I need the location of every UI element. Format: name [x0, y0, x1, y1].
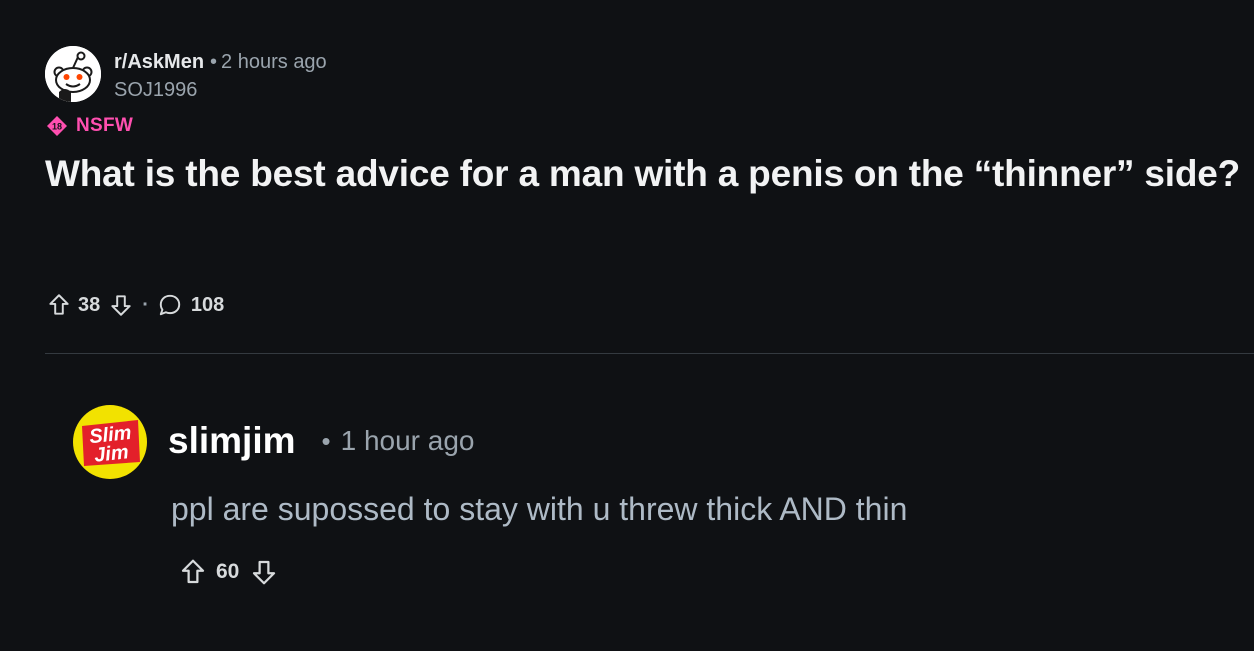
- arrow-down-icon[interactable]: [249, 557, 279, 587]
- comment-timestamp: 1 hour ago: [340, 425, 475, 456]
- comment-count[interactable]: 108: [191, 294, 224, 317]
- nsfw-badge-icon: 18: [47, 116, 67, 136]
- subreddit-avatar[interactable]: [45, 46, 101, 102]
- arrow-down-icon[interactable]: [108, 292, 134, 318]
- post-author[interactable]: SOJ1996: [114, 78, 197, 102]
- divider: [45, 353, 1254, 354]
- post-meta: r/AskMen • 2 hours ago: [114, 50, 327, 74]
- nsfw-label: NSFW: [76, 115, 134, 136]
- speech-bubble-icon[interactable]: [157, 292, 183, 318]
- nsfw-badge-text: 18: [52, 122, 62, 132]
- slim-jim-logo-text-bottom: Jim: [93, 441, 130, 466]
- post-score: 38: [78, 293, 101, 316]
- post-actions: 38 · 108: [46, 290, 224, 320]
- arrow-up-icon[interactable]: [178, 557, 208, 587]
- comment-body: ppl are supossed to stay with u threw th…: [171, 491, 908, 527]
- post-timestamp: 2 hours ago: [221, 51, 327, 73]
- comment-separator: •: [321, 425, 331, 456]
- actions-separator: ·: [142, 293, 149, 316]
- slim-jim-logo: Slim Jim: [73, 405, 147, 479]
- arrow-up-icon[interactable]: [46, 292, 72, 318]
- comment-avatar[interactable]: Slim Jim: [72, 404, 148, 480]
- post-title[interactable]: What is the best advice for a man with a…: [45, 150, 1245, 198]
- comment-meta: slimjim • 1 hour ago: [168, 420, 475, 462]
- comment-score: 60: [216, 560, 240, 583]
- subreddit-link[interactable]: r/AskMen: [114, 51, 204, 73]
- snoo-icon: [45, 46, 101, 102]
- meta-separator: •: [210, 51, 218, 73]
- comment-username[interactable]: slimjim: [168, 420, 296, 462]
- comment-actions: 60: [178, 556, 279, 588]
- nsfw-tag: 18 NSFW: [46, 114, 133, 138]
